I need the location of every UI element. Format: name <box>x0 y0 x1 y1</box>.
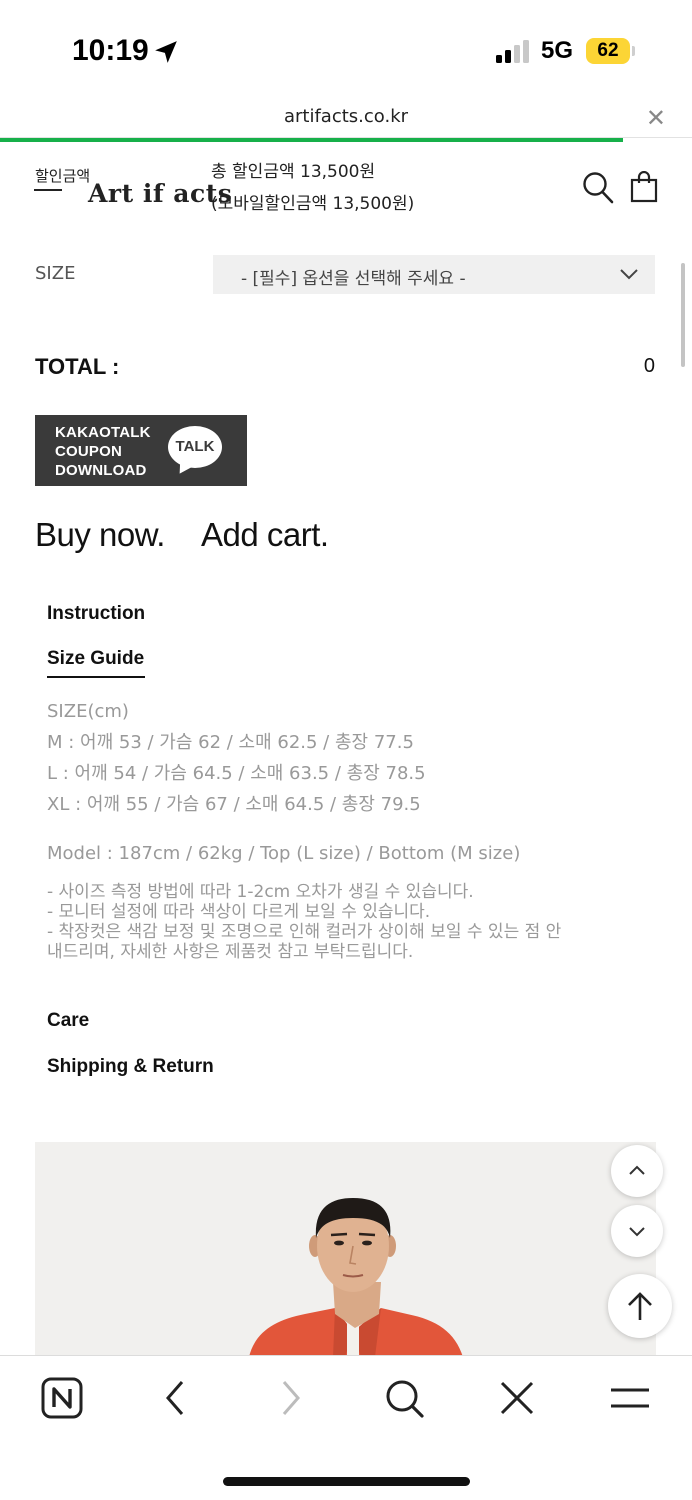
close-icon[interactable] <box>495 1376 539 1420</box>
tab-instruction[interactable]: Instruction <box>47 603 145 625</box>
kakao-coupon-download-button[interactable]: KAKAOTALK COUPON DOWNLOAD TALK <box>35 415 247 486</box>
size-chart: SIZE(cm) M : 어깨 53 / 가슴 62 / 소매 62.5 / 총… <box>47 696 426 820</box>
search-icon[interactable] <box>382 1376 426 1420</box>
model-photo-illustration <box>35 1142 656 1357</box>
tab-shipping-return[interactable]: Shipping & Return <box>47 1056 214 1078</box>
discount-label: 할인금액 <box>35 167 91 185</box>
size-notice: - 사이즈 측정 방법에 따라 1-2cm 오차가 생길 수 있습니다. - 모… <box>47 882 647 962</box>
model-info: Model : 187cm / 62kg / Top (L size) / Bo… <box>47 843 521 864</box>
discount-mobile: (모바일할인금액 13,500원) <box>211 194 415 214</box>
buy-now-button[interactable]: Buy now. <box>35 516 165 554</box>
notice-line: 내드리며, 자세한 사항은 제품컷 참고 부탁드립니다. <box>47 942 414 962</box>
browser-toolbar <box>0 1355 692 1500</box>
forward-icon[interactable] <box>268 1376 312 1420</box>
shopping-bag-icon[interactable] <box>630 171 658 203</box>
tab-size-guide[interactable]: Size Guide <box>47 648 145 678</box>
menu-icon[interactable] <box>34 189 62 191</box>
home-indicator[interactable] <box>223 1477 470 1486</box>
url-text[interactable]: artifacts.co.kr <box>0 106 692 127</box>
scroll-indicator[interactable] <box>681 263 685 367</box>
network-type: 5G <box>541 37 574 64</box>
menu-icon[interactable] <box>608 1376 652 1420</box>
product-photo <box>35 1142 656 1357</box>
size-chart-row: XL : 어깨 55 / 가슴 67 / 소매 64.5 / 총장 79.5 <box>47 794 421 815</box>
scroll-up-button[interactable] <box>611 1145 663 1197</box>
total-value: 0 <box>643 355 655 377</box>
cellular-signal-icon <box>496 40 529 63</box>
size-chart-row: SIZE(cm) <box>47 701 129 722</box>
search-icon[interactable] <box>582 171 614 205</box>
chevron-up-icon <box>629 1165 645 1175</box>
page-load-progress <box>0 138 623 142</box>
size-option-label: SIZE <box>35 263 76 284</box>
kakao-coupon-text: KAKAOTALK COUPON DOWNLOAD <box>55 423 151 480</box>
size-chart-row: M : 어깨 53 / 가슴 62 / 소매 62.5 / 총장 77.5 <box>47 732 414 753</box>
kakao-line-2: COUPON <box>55 443 123 460</box>
talk-bubble-icon: TALK <box>168 426 222 468</box>
size-chart-row: L : 어깨 54 / 가슴 64.5 / 소매 63.5 / 총장 78.5 <box>47 763 426 784</box>
naver-home-icon[interactable] <box>40 1376 84 1420</box>
status-bar: 10:19 5G 62 <box>0 0 692 96</box>
notice-line: - 착장컷은 색감 보정 및 조명으로 인해 컬러가 상이해 보일 수 있는 점… <box>47 922 562 942</box>
size-select-placeholder: - [필수] 옵션을 선택해 주세요 - <box>241 269 466 289</box>
kakao-line-3: DOWNLOAD <box>55 462 147 479</box>
size-select[interactable]: - [필수] 옵션을 선택해 주세요 - <box>213 255 655 294</box>
close-icon[interactable]: ✕ <box>646 106 666 130</box>
scroll-down-button[interactable] <box>611 1205 663 1257</box>
chevron-down-icon <box>629 1227 645 1237</box>
battery-level: 62 <box>586 38 630 64</box>
battery-tip <box>632 46 635 56</box>
tab-care[interactable]: Care <box>47 1010 89 1032</box>
status-time: 10:19 <box>72 34 149 67</box>
chevron-down-icon <box>620 269 638 280</box>
kakao-line-1: KAKAOTALK <box>55 424 151 441</box>
arrow-up-icon <box>628 1292 652 1320</box>
back-icon[interactable] <box>154 1376 198 1420</box>
scroll-to-top-button[interactable] <box>608 1274 672 1338</box>
add-cart-button[interactable]: Add cart. <box>201 516 329 554</box>
notice-line: - 사이즈 측정 방법에 따라 1-2cm 오차가 생길 수 있습니다. <box>47 882 474 902</box>
location-arrow-icon <box>155 41 177 63</box>
browser-url-bar[interactable]: artifacts.co.kr ✕ <box>0 96 692 142</box>
site-header: 할인금액 Art if acts 총 할인금액 13,500원 (모바일할인금액… <box>0 143 692 223</box>
total-label: TOTAL : <box>35 354 120 379</box>
discount-total: 총 할인금액 13,500원 <box>211 162 376 182</box>
notice-line: - 모니터 설정에 따라 색상이 다르게 보일 수 있습니다. <box>47 902 431 922</box>
